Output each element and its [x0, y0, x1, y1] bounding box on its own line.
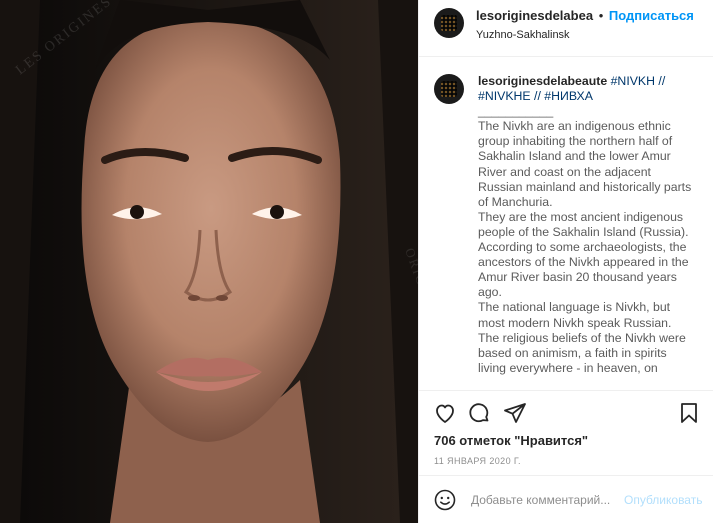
header-username[interactable]: lesoriginesdelabea	[476, 8, 593, 23]
likes-count[interactable]: 706 отметок "Нравится"	[434, 433, 588, 448]
paper-plane-icon[interactable]	[503, 401, 527, 425]
hashtag-line-1[interactable]: #NIVKH //	[611, 74, 666, 88]
publish-button[interactable]: Опубликовать	[624, 493, 702, 507]
heart-icon[interactable]	[433, 401, 457, 425]
post-photo[interactable]: LES ORIGINES DE LA BEAUTE ORIGINES DE LA…	[0, 0, 418, 523]
post-header: lesoriginesdelabea • Подписаться Yuzhno-…	[419, 0, 713, 57]
caption-text: lesoriginesdelabeaute #NIVKH // #NIVKHE …	[478, 74, 698, 390]
instagram-post: LES ORIGINES DE LA BEAUTE ORIGINES DE LA…	[0, 0, 713, 523]
caption-separator: ___________	[478, 104, 554, 119]
caption-area: lesoriginesdelabeaute #NIVKH // #NIVKHE …	[419, 58, 713, 390]
caption-username[interactable]: lesoriginesdelabeaute	[478, 74, 607, 88]
comment-icon[interactable]	[467, 401, 491, 425]
follow-button[interactable]: Подписаться	[609, 8, 694, 23]
action-bar	[419, 390, 713, 434]
post-sidebar: lesoriginesdelabea • Подписаться Yuzhno-…	[418, 0, 713, 523]
hashtag-line-2[interactable]: #NIVKHE // #НИВХА	[478, 89, 593, 103]
avatar[interactable]	[434, 8, 464, 38]
caption-avatar[interactable]	[434, 74, 464, 104]
portrait-image: LES ORIGINES DE LA BEAUTE ORIGINES DE LA…	[0, 0, 418, 523]
bookmark-icon[interactable]	[677, 401, 701, 425]
smiley-icon[interactable]	[433, 488, 457, 512]
location-link[interactable]: Yuzhno-Sakhalinsk	[476, 28, 694, 42]
post-date[interactable]: 11 ЯНВАРЯ 2020 Г.	[434, 456, 521, 466]
comment-input[interactable]	[471, 490, 621, 510]
comment-box: Опубликовать	[419, 475, 713, 523]
caption-body: The Nivkh are an indigenous ethnic group…	[478, 119, 692, 375]
separator-dot: •	[598, 8, 604, 23]
